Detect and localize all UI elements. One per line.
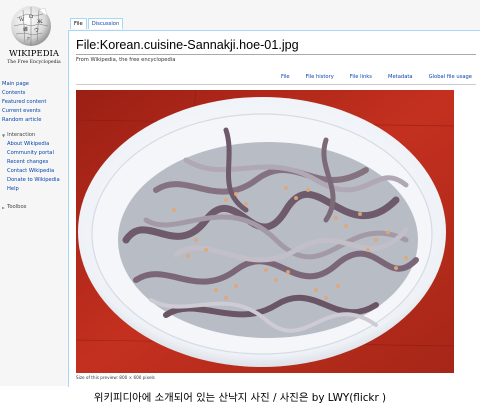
sannakji-photo[interactable] (76, 90, 454, 373)
nav-interaction-heading[interactable]: ▼ Interaction (2, 131, 60, 140)
wikipedia-globe-logo[interactable]: W Ω Ж 維 ウ ק (9, 4, 53, 48)
file-tabs-bar: File File history File links Metadata Gl… (76, 72, 476, 85)
nav-interaction-label: Interaction (7, 132, 36, 138)
file-tab-history[interactable]: File history (306, 74, 334, 80)
tab-discussion[interactable]: Discussion (87, 18, 124, 29)
nav-interaction: ▼ Interaction About Wikipedia Community … (2, 131, 60, 194)
collapse-arrow-icon: ▼ (2, 133, 6, 138)
nav-toolbox-label: Toolbox (7, 204, 27, 210)
nav-about-wikipedia[interactable]: About Wikipedia (2, 140, 60, 149)
nav-community-portal[interactable]: Community portal (2, 149, 60, 158)
file-tab-metadata[interactable]: Metadata (388, 74, 413, 80)
nav-featured-content[interactable]: Featured content (2, 98, 46, 107)
photo-credit-caption: 위키피디아에 소개되어 있는 산낙지 사진 / 사진은 by LWY(flick… (93, 392, 387, 404)
nav-contact-wikipedia[interactable]: Contact Wikipedia (2, 167, 60, 176)
nav-recent-changes[interactable]: Recent changes (2, 158, 60, 167)
wikipedia-wordmark: WIKIPEDIA (8, 49, 60, 59)
svg-text:維: 維 (23, 26, 28, 33)
file-tab-links[interactable]: File links (350, 74, 372, 80)
tab-file[interactable]: File (70, 18, 87, 29)
nav-contents[interactable]: Contents (2, 89, 46, 98)
title-divider (76, 54, 476, 55)
nav-random-article[interactable]: Random article (2, 116, 46, 125)
nav-main-page[interactable]: Main page (2, 80, 46, 89)
svg-text:W: W (19, 17, 25, 23)
expand-arrow-icon: ► (2, 205, 6, 210)
wikipedia-tagline: The Free Encyclopedia (7, 60, 61, 65)
page-subtitle: From Wikipedia, the free encyclopedia (76, 57, 176, 63)
svg-text:Ω: Ω (29, 14, 33, 20)
sidebar: W Ω Ж 維 ウ ק WIKIPEDIA The Free Encyclope… (0, 0, 68, 386)
svg-text:ウ: ウ (34, 27, 39, 34)
preview-size-note: Size of this preview: 800 × 600 pixels (76, 375, 155, 380)
nav-current-events[interactable]: Current events (2, 107, 46, 116)
svg-text:Ж: Ж (37, 19, 43, 25)
file-tab-global-usage[interactable]: Global file usage (429, 74, 472, 80)
nav-toolbox-heading[interactable]: ► Toolbox (2, 203, 27, 212)
nav-donate[interactable]: Donate to Wikipedia (2, 176, 60, 185)
file-tab-file[interactable]: File (281, 74, 290, 80)
nav-help[interactable]: Help (2, 185, 60, 194)
nav-toolbox: ► Toolbox (2, 203, 27, 212)
svg-text:ק: ק (27, 36, 30, 42)
page-title: File:Korean.cuisine-Sannakji.hoe-01.jpg (76, 38, 299, 52)
nav-main: Main page Contents Featured content Curr… (2, 80, 46, 125)
page-tabs: File Discussion (70, 18, 124, 29)
